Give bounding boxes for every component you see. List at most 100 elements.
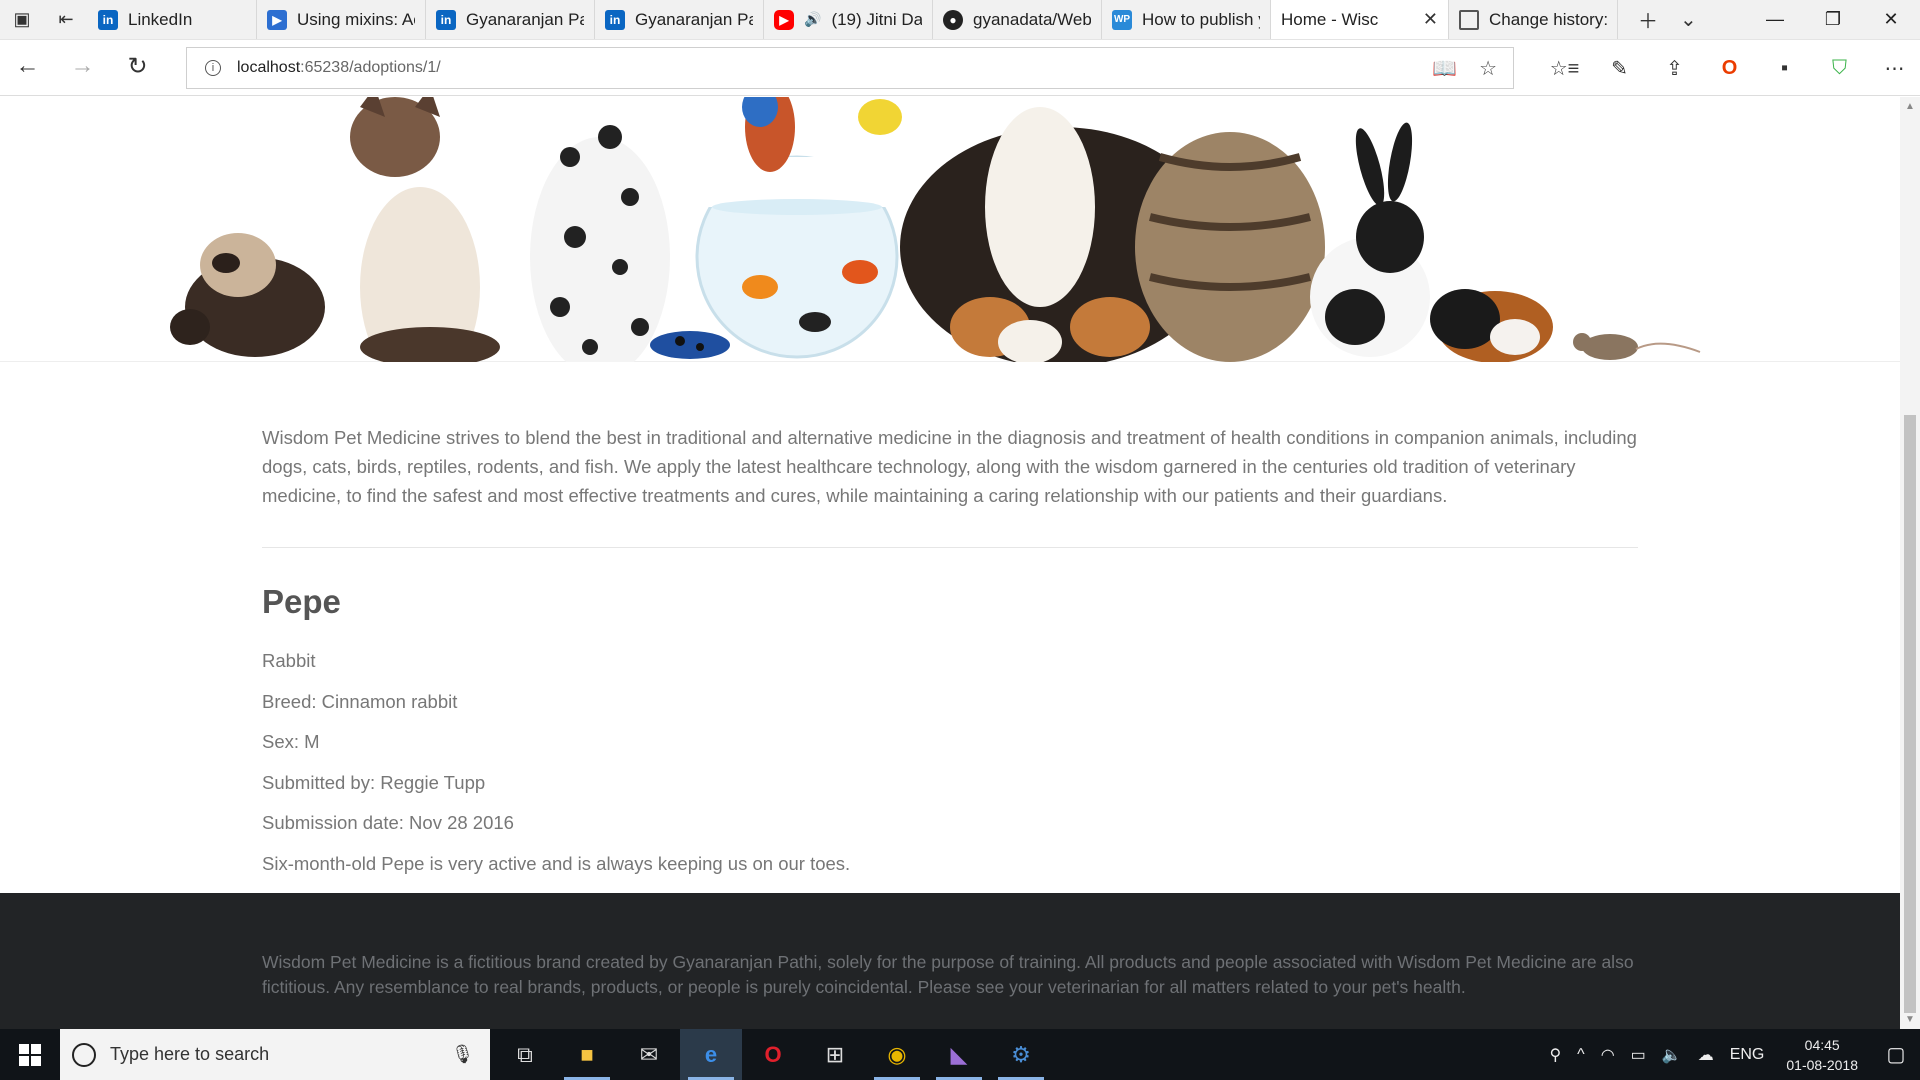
browser-tab[interactable]: ● gyanadata/Web xyxy=(933,0,1102,39)
tab-title: (19) Jitni Da xyxy=(831,9,922,29)
back-icon[interactable]: ← xyxy=(0,52,55,80)
search-placeholder: Type here to search xyxy=(110,1044,270,1064)
vertical-scrollbar[interactable]: ▲ ▼ xyxy=(1900,97,1920,1029)
page-icon xyxy=(1459,9,1479,30)
tab-preview-icon[interactable]: ▣ xyxy=(0,0,44,39)
page-viewport: Wisdom Pet Medicine strives to blend the… xyxy=(0,97,1900,1029)
show-hidden-icons-chevron-icon[interactable]: ^ xyxy=(1569,1046,1593,1064)
scroll-up-icon[interactable]: ▲ xyxy=(1905,101,1915,112)
intro-text: Wisdom Pet Medicine strives to blend the… xyxy=(262,427,1637,506)
pet-species: Rabbit xyxy=(262,650,316,671)
clock-date: 01-08-2018 xyxy=(1786,1056,1858,1073)
pet-description: Six-month-old Pepe is very active and is… xyxy=(262,852,851,874)
pet-breed: Breed: Cinnamon rabbit xyxy=(262,690,458,712)
tab-title: Change history: xyxy=(1489,9,1607,29)
more-icon[interactable]: ⋯ xyxy=(1867,56,1920,81)
browser-tab[interactable]: ▶ Using mixins: Ac xyxy=(257,0,426,39)
linkedin-icon: in xyxy=(98,9,118,30)
clock-time: 04:45 xyxy=(1804,1036,1840,1053)
windows-logo-icon xyxy=(19,1043,41,1066)
url-host: localhost xyxy=(237,59,301,76)
wordpress-icon: WP xyxy=(1112,9,1132,30)
mail-icon[interactable]: ✉ xyxy=(618,1029,680,1080)
file-explorer-icon[interactable]: ■ xyxy=(556,1029,618,1080)
minimize-icon[interactable]: — xyxy=(1746,0,1804,39)
scrollbar-thumb[interactable] xyxy=(1904,415,1916,1013)
pet-name-heading: Pepe xyxy=(262,583,341,620)
page-footer: Wisdom Pet Medicine is a fictitious bran… xyxy=(0,893,1900,1029)
share-icon[interactable]: ⇪ xyxy=(1647,56,1702,81)
python-icon[interactable]: ⚙ xyxy=(990,1029,1052,1080)
forward-icon[interactable]: → xyxy=(55,52,110,80)
tab-list-chevron-icon[interactable]: ⌄ xyxy=(1680,7,1697,32)
toolbar-right: ☆≡ ✎ ⇪ O ▪ ⛉ ⋯ xyxy=(1537,40,1920,96)
start-button[interactable] xyxy=(0,1029,60,1080)
browser-tab[interactable]: in LinkedIn xyxy=(88,0,257,39)
pet-sex: Sex: M xyxy=(262,731,320,752)
browser-tab[interactable]: WP How to publish y xyxy=(1102,0,1271,39)
pets-banner-illustration xyxy=(170,97,1701,362)
tab-title: How to publish y xyxy=(1142,9,1260,29)
language-indicator[interactable]: ENG xyxy=(1722,1046,1773,1064)
tab-title: Gyanaranjan Pat xyxy=(635,9,753,29)
tab-actions: ＋ ⌄ xyxy=(1618,0,1697,39)
address-bar[interactable]: i localhost:65238/adoptions/1/ 📖 ☆ xyxy=(186,47,1514,89)
cortana-icon xyxy=(72,1042,96,1067)
footer-disclaimer: Wisdom Pet Medicine is a fictitious bran… xyxy=(262,952,1634,997)
tab-title: Using mixins: Ac xyxy=(297,9,415,29)
edge-icon[interactable]: e xyxy=(680,1029,742,1080)
scroll-down-icon[interactable]: ▼ xyxy=(1905,1014,1915,1025)
office-icon[interactable]: O xyxy=(1702,57,1757,80)
tab-audio-icon[interactable]: 🔊 xyxy=(804,11,821,28)
wifi-icon[interactable]: ◠ xyxy=(1593,1045,1623,1065)
clock[interactable]: 04:45 01-08-2018 xyxy=(1772,1035,1872,1075)
refresh-icon[interactable]: ↻ xyxy=(110,52,165,81)
navigation-bar: ← → ↻ i localhost:65238/adoptions/1/ 📖 ☆… xyxy=(0,40,1920,96)
task-view-icon[interactable]: ⧉ xyxy=(494,1029,556,1080)
extension-icon[interactable]: ▪ xyxy=(1757,57,1812,80)
action-center-icon[interactable]: ▢ xyxy=(1872,1042,1920,1067)
tab-title: Gyanaranjan Pat xyxy=(466,9,584,29)
store-icon[interactable]: ⊞ xyxy=(804,1029,866,1080)
site-info-icon[interactable]: i xyxy=(205,60,221,76)
set-aside-tabs-icon[interactable]: ⇤ xyxy=(44,0,88,39)
video-icon: ▶ xyxy=(267,9,287,30)
browser-tab[interactable]: Change history: xyxy=(1449,0,1618,39)
browser-tab[interactable]: in Gyanaranjan Pat xyxy=(426,0,595,39)
window-close-icon[interactable]: ✕ xyxy=(1862,0,1920,39)
volume-icon[interactable]: 🔈 xyxy=(1654,1045,1690,1065)
visual-studio-icon[interactable]: ◣ xyxy=(928,1029,990,1080)
tab-title: LinkedIn xyxy=(128,9,193,29)
tabs: in LinkedIn ▶ Using mixins: Ac in Gyanaranjan… xyxy=(88,0,1618,39)
pet-submission-date: Submission date: Nov 28 2016 xyxy=(262,812,514,833)
battery-icon[interactable]: ▭ xyxy=(1623,1045,1654,1065)
github-icon: ● xyxy=(943,9,963,30)
browser-tab[interactable]: ▶ 🔊 (19) Jitni Da xyxy=(764,0,933,39)
new-tab-icon[interactable]: ＋ xyxy=(1638,5,1658,34)
pets-banner xyxy=(0,97,1900,362)
content-divider xyxy=(262,547,1638,548)
favorites-hub-icon[interactable]: ☆≡ xyxy=(1537,56,1592,81)
system-tray: ⚲ ^ ◠ ▭ 🔈 ☁ ENG 04:45 01-08-2018 ▢ xyxy=(1541,1029,1920,1080)
tab-close-icon[interactable]: ✕ xyxy=(1423,9,1438,30)
restore-icon[interactable]: ❐ xyxy=(1804,0,1862,39)
windows-taskbar: Type here to search 🎙 ⧉ ■ ✉ e O ⊞ ◉ ◣ ⚙ … xyxy=(0,1029,1920,1080)
linkedin-icon: in xyxy=(436,9,456,30)
linkedin-icon: in xyxy=(605,9,625,30)
pet-details: Rabbit Breed: Cinnamon rabbit Sex: M Sub… xyxy=(262,650,850,893)
taskbar-search[interactable]: Type here to search 🎙 xyxy=(60,1029,490,1080)
chrome-icon[interactable]: ◉ xyxy=(866,1029,928,1080)
browser-tab[interactable]: Home - Wisc ✕ xyxy=(1271,0,1449,39)
favorite-star-icon[interactable]: ☆ xyxy=(1479,56,1497,81)
onedrive-icon[interactable]: ☁ xyxy=(1690,1045,1722,1065)
reading-view-icon[interactable]: 📖 xyxy=(1432,56,1457,81)
web-note-icon[interactable]: ✎ xyxy=(1592,56,1647,81)
microphone-icon[interactable]: 🎙 xyxy=(451,1044,474,1065)
browser-tab[interactable]: in Gyanaranjan Pat xyxy=(595,0,764,39)
pet-submitter: Submitted by: Reggie Tupp xyxy=(262,771,486,793)
shield-icon[interactable]: ⛉ xyxy=(1812,57,1867,80)
taskbar-apps: ⧉ ■ ✉ e O ⊞ ◉ ◣ ⚙ xyxy=(494,1029,1052,1080)
people-icon[interactable]: ⚲ xyxy=(1541,1045,1569,1065)
url-path: :65238/adoptions/1/ xyxy=(300,59,441,76)
opera-icon[interactable]: O xyxy=(742,1029,804,1080)
